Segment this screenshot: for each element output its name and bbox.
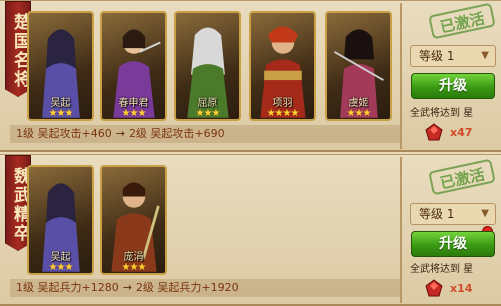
combo-bonus-line: 1级 吴起兵力+1280 → 2级 吴起兵力+1920 [10, 279, 400, 297]
level-display: 等级 1 ▼ [410, 203, 496, 225]
cost-count: x47 [450, 126, 473, 139]
general-card[interactable]: 虞姬 ★★★ [325, 11, 392, 121]
combo-panel-chu: 楚国名将 吴起 ★★★ 春申君 ★★★ 屈原 ★★★ 项羽 ★★★★ 虞姬 ★★… [0, 0, 501, 152]
general-name: 吴起 [50, 98, 71, 109]
upgrade-button[interactable]: 升级 [411, 231, 495, 257]
general-name: 春申君 [118, 98, 149, 109]
cost-count: x14 [450, 282, 473, 295]
general-card[interactable]: 庞涓 ★★★ [100, 165, 167, 275]
general-card[interactable]: 项羽 ★★★★ [249, 11, 316, 121]
combo-bonus-line: 1级 吴起攻击+460 → 2级 吴起攻击+690 [10, 125, 400, 143]
bonus-next: 2级 吴起兵力+1920 [135, 281, 239, 294]
divider [400, 157, 402, 303]
upgrade-button[interactable]: 升级 [411, 73, 495, 99]
general-name: 庞涓 [123, 252, 144, 263]
star-rating: ★★★ [195, 108, 221, 119]
general-card[interactable]: 吴起 ★★★ [27, 165, 94, 275]
general-card[interactable]: 吴起 ★★★ [27, 11, 94, 121]
gem-icon [425, 123, 443, 141]
triangle-down-icon: ▼ [481, 208, 489, 219]
general-name: 虞姬 [348, 98, 369, 109]
bonus-next: 2级 吴起攻击+690 [128, 127, 225, 140]
activated-stamp: 已激活 [428, 2, 496, 40]
bonus-current: 1级 吴起兵力+1280 [16, 281, 119, 294]
general-name: 项羽 [272, 98, 293, 109]
bonus-current: 1级 吴起攻击+460 [16, 127, 112, 140]
triangle-down-icon: ▼ [481, 50, 489, 61]
level-label: 等级 1 [419, 207, 455, 221]
divider [400, 3, 402, 149]
star-rating: ★★★ [121, 262, 147, 273]
level-display: 等级 1 ▼ [410, 45, 496, 67]
star-rating: ★★★ [121, 108, 147, 119]
upgrade-requirement: 全武将达到 星 [410, 264, 474, 275]
arrow-right-icon: → [115, 127, 125, 140]
combo-panel-wei: 魏武精卒 吴起 ★★★ 庞涓 ★★★ 1级 吴起兵力+1280 → 2级 吴起兵力+… [0, 154, 501, 306]
level-label: 等级 1 [419, 49, 455, 63]
activated-stamp: 已激活 [428, 158, 496, 196]
star-rating: ★★★ [48, 108, 74, 119]
general-card[interactable]: 屈原 ★★★ [174, 11, 241, 121]
upgrade-requirement: 全武将达到 星 [410, 108, 474, 119]
star-rating: ★★★ [346, 108, 372, 119]
star-rating: ★★★★ [266, 108, 300, 119]
arrow-right-icon: → [122, 281, 132, 294]
general-name: 屈原 [197, 98, 218, 109]
gem-icon [425, 279, 443, 297]
general-name: 吴起 [50, 252, 71, 263]
star-rating: ★★★ [48, 262, 74, 273]
general-card[interactable]: 春申君 ★★★ [100, 11, 167, 121]
